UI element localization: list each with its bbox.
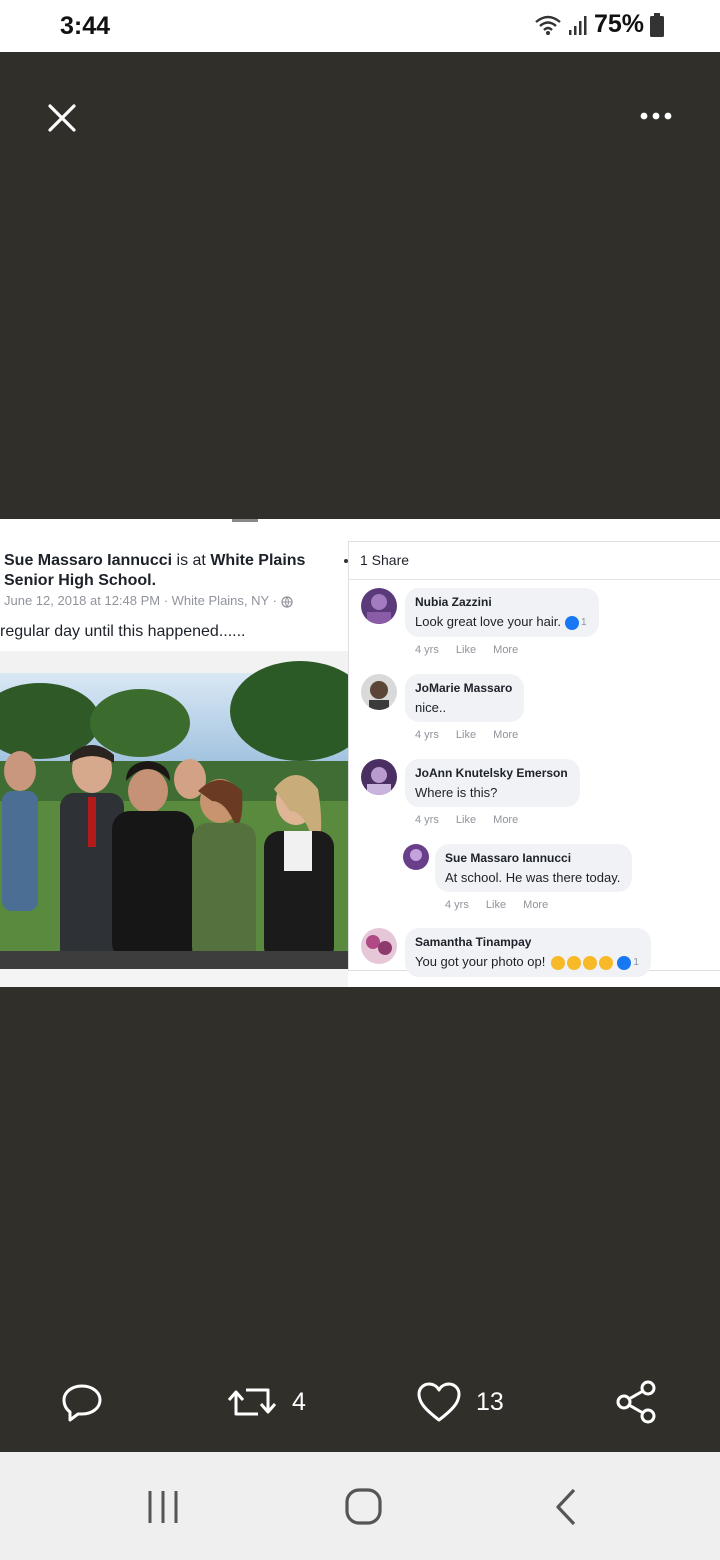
- close-button[interactable]: [40, 96, 84, 140]
- avatar: [361, 674, 397, 710]
- wifi-icon: [535, 15, 561, 35]
- post-author: Sue Massaro Iannucci: [4, 552, 173, 569]
- post-is-at: is at: [176, 552, 206, 569]
- close-icon: [48, 104, 76, 132]
- retweet-button[interactable]: 4: [226, 1370, 306, 1434]
- comment-time: 4 yrs: [415, 644, 439, 656]
- comment-text: You got your photo op! 1: [415, 954, 639, 970]
- post-image[interactable]: Sue Massaro Iannucci is at White Plains …: [0, 519, 720, 987]
- comment-actions: 4 yrs Like More: [415, 644, 532, 656]
- comment-like: Like: [485, 899, 507, 911]
- comment-text: nice..: [415, 700, 447, 715]
- comment-author: Sue Massaro Iannucci: [445, 851, 572, 865]
- comment-like: Like: [455, 644, 477, 656]
- comment-more: More: [523, 899, 549, 911]
- emoji-icon: [583, 955, 598, 970]
- like-reaction-icon: [617, 955, 632, 970]
- tweet-action-bar: 4 13: [0, 1370, 720, 1434]
- bullet-dot: [344, 559, 348, 563]
- like-count: 13: [476, 1387, 504, 1416]
- comment-like: Like: [455, 814, 477, 826]
- recent-apps-button[interactable]: [134, 1482, 194, 1532]
- comment-actions: 4 yrs Like More: [445, 899, 562, 911]
- battery-icon: [650, 12, 664, 37]
- emoji-icon: [567, 955, 582, 970]
- recent-apps-icon: [148, 1491, 178, 1523]
- navigation-bar: [0, 1452, 720, 1560]
- reply-button[interactable]: [60, 1370, 104, 1434]
- comment-time: 4 yrs: [415, 729, 439, 741]
- home-icon: [345, 1488, 382, 1525]
- comment-bubble: JoAnn Knutelsky Emerson Where is this?: [405, 759, 580, 807]
- comment-text: Look great love your hair. 1: [415, 614, 587, 630]
- like-button[interactable]: 13: [416, 1370, 504, 1434]
- comment-bubble: Nubia Zazzini Look great love your hair.…: [405, 588, 599, 637]
- emoji-icon: [551, 955, 566, 970]
- post-meta: June 12, 2018 at 12:48 PM · White Plains…: [4, 593, 293, 608]
- comment-more: More: [493, 814, 519, 826]
- comment-bubble: Samantha Tinampay You got your photo op!…: [405, 928, 651, 977]
- back-button[interactable]: [536, 1482, 596, 1532]
- comment-bubble: JoMarie Massaro nice..: [405, 674, 525, 722]
- share-count: 1 Share: [360, 552, 410, 568]
- like-reaction-icon: [564, 615, 579, 630]
- comment-time: 4 yrs: [415, 814, 439, 826]
- comments-panel: 1 Share Nubia Zazzini Look great love yo…: [344, 541, 720, 977]
- signal-icon: [568, 15, 587, 35]
- comment-bubble: Sue Massaro Iannucci At school. He was t…: [435, 844, 633, 892]
- comment-actions: 4 yrs Like More: [415, 729, 532, 741]
- retweet-count: 4: [292, 1387, 306, 1416]
- status-icons: 75%: [534, 10, 664, 39]
- photo-frame: [0, 969, 348, 987]
- reaction-count: 1: [633, 957, 639, 969]
- comment-actions: 4 yrs Like More: [415, 814, 532, 826]
- more-options-button[interactable]: [628, 102, 684, 130]
- post-caption: regular day until this happened......: [0, 623, 246, 640]
- comment-author: Samantha Tinampay: [415, 935, 532, 949]
- share-bar: 1 Share: [344, 542, 720, 580]
- reaction-count: 1: [580, 617, 587, 629]
- avatar: [361, 759, 397, 795]
- retweet-icon: [227, 1388, 277, 1416]
- back-icon: [556, 1488, 576, 1526]
- emoji-icon: [599, 955, 614, 970]
- avatar: [361, 588, 397, 624]
- media-viewer: Sue Massaro Iannucci is at White Plains …: [0, 52, 720, 1452]
- heart-icon: [417, 1382, 461, 1422]
- comment-more: More: [493, 729, 519, 741]
- comment-like: Like: [455, 729, 477, 741]
- comment-author: Nubia Zazzini: [415, 595, 492, 609]
- reply-icon: [62, 1384, 102, 1422]
- comment-author: JoAnn Knutelsky Emerson: [415, 766, 568, 780]
- status-bar: 3:44 75%: [0, 0, 720, 52]
- facebook-post: Sue Massaro Iannucci is at White Plains …: [0, 519, 348, 987]
- comment-text: Where is this?: [415, 785, 498, 800]
- post-header: Sue Massaro Iannucci is at White Plains …: [4, 552, 306, 589]
- battery-percent: 75%: [593, 10, 644, 38]
- comment-author: JoMarie Massaro: [415, 681, 513, 695]
- share-icon: [616, 1380, 656, 1424]
- home-button[interactable]: [334, 1482, 394, 1532]
- comment-time: 4 yrs: [445, 899, 469, 911]
- more-options-icon: [640, 112, 672, 120]
- comment-more: More: [493, 644, 519, 656]
- share-button[interactable]: [614, 1370, 660, 1434]
- comment-text: At school. He was there today.: [445, 870, 621, 885]
- post-photo: [0, 651, 348, 969]
- avatar: [361, 928, 397, 964]
- avatar: [403, 844, 429, 870]
- globe-icon: [280, 595, 293, 608]
- status-time: 3:44: [60, 12, 111, 40]
